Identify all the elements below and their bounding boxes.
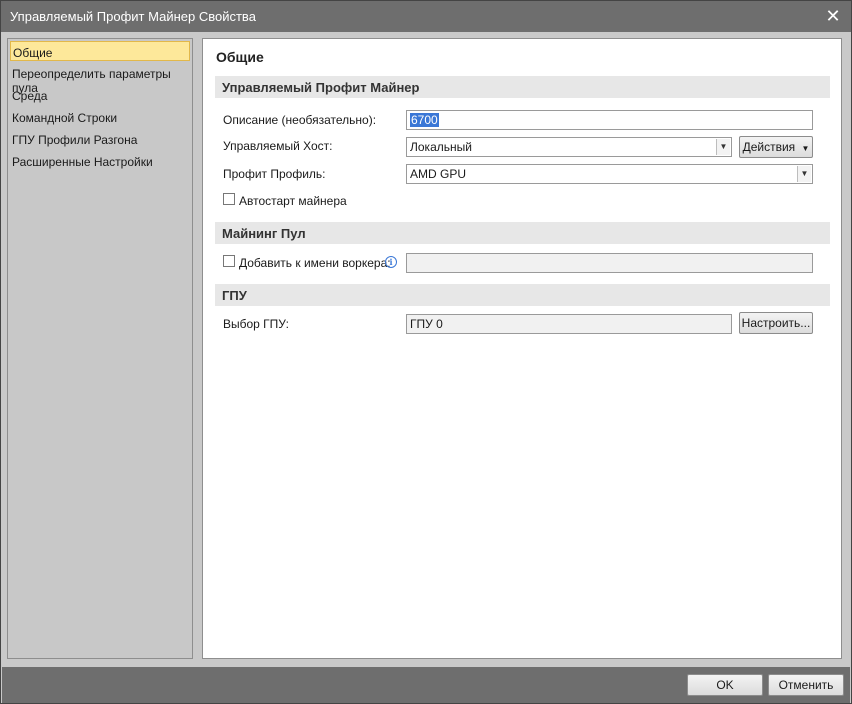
cancel-label: Отменить (778, 678, 834, 692)
section-header-gpu: ГПУ (215, 284, 830, 306)
dialog-footer: OK Отменить (2, 667, 850, 703)
autostart-label: Автостарт майнера (239, 194, 347, 208)
worker-name-checkbox[interactable] (223, 255, 235, 267)
profile-value: AMD GPU (410, 167, 467, 181)
description-input[interactable]: 6700 (406, 110, 813, 130)
info-icon[interactable]: i (385, 256, 397, 268)
close-icon[interactable]: ✕ (821, 4, 845, 28)
title-bar[interactable]: Управляемый Профит Майнер Свойства ✕ (1, 1, 851, 32)
sidebar-item-command-line[interactable]: Командной Строки (10, 107, 190, 127)
ok-label: OK (716, 678, 734, 692)
gpu-select-field: ГПУ 0 (406, 314, 732, 334)
description-value: 6700 (410, 113, 439, 127)
profile-label: Профит Профиль: (223, 167, 326, 181)
host-label: Управляемый Хост: (223, 139, 333, 153)
page-title: Общие (216, 49, 264, 65)
sidebar-item-gpu-oc-profiles[interactable]: ГПУ Профили Разгона (10, 129, 190, 149)
ok-button[interactable]: OK (687, 674, 763, 696)
configure-button[interactable]: Настроить... (739, 312, 813, 334)
actions-label: Действия (742, 140, 796, 154)
chevron-down-icon[interactable]: ▼ (716, 139, 730, 155)
worker-name-label: Добавить к имени воркера: (239, 256, 391, 270)
chevron-down-icon: ▼ (801, 144, 810, 153)
main-panel: Общие Управляемый Профит Майнер Описание… (202, 38, 842, 659)
gpu-select-label: Выбор ГПУ: (223, 317, 289, 331)
properties-dialog: Управляемый Профит Майнер Свойства ✕ Общ… (0, 0, 852, 704)
cancel-button[interactable]: Отменить (768, 674, 844, 696)
sidebar-item-general[interactable]: Общие (10, 41, 190, 61)
sidebar-item-label: Общие (13, 46, 53, 60)
profile-select[interactable]: AMD GPU ▼ (406, 164, 813, 184)
sidebar-item-label: Командной Строки (12, 111, 118, 125)
autostart-checkbox[interactable] (223, 193, 235, 205)
sidebar-item-label: ГПУ Профили Разгона (12, 133, 138, 147)
sidebar: Общие Переопределить параметры пула Сред… (7, 38, 193, 659)
description-label: Описание (необязательно): (223, 113, 377, 127)
section-header-miner: Управляемый Профит Майнер (215, 76, 830, 98)
sidebar-item-advanced[interactable]: Расширенные Настройки (10, 151, 190, 171)
gpu-select-value: ГПУ 0 (410, 317, 443, 331)
section-header-pool: Майнинг Пул (215, 222, 830, 244)
sidebar-item-label: Расширенные Настройки (12, 155, 153, 169)
window-title: Управляемый Профит Майнер Свойства (10, 9, 256, 24)
host-select[interactable]: Локальный ▼ (406, 137, 732, 157)
actions-button[interactable]: Действия ▼ (739, 136, 813, 158)
configure-label: Настроить... (741, 316, 811, 330)
sidebar-item-environment[interactable]: Среда (10, 85, 190, 105)
sidebar-item-pool-override[interactable]: Переопределить параметры пула (10, 63, 190, 95)
worker-name-input[interactable] (406, 253, 813, 273)
sidebar-item-label: Среда (12, 89, 48, 103)
chevron-down-icon[interactable]: ▼ (797, 166, 811, 182)
host-value: Локальный (410, 140, 472, 154)
